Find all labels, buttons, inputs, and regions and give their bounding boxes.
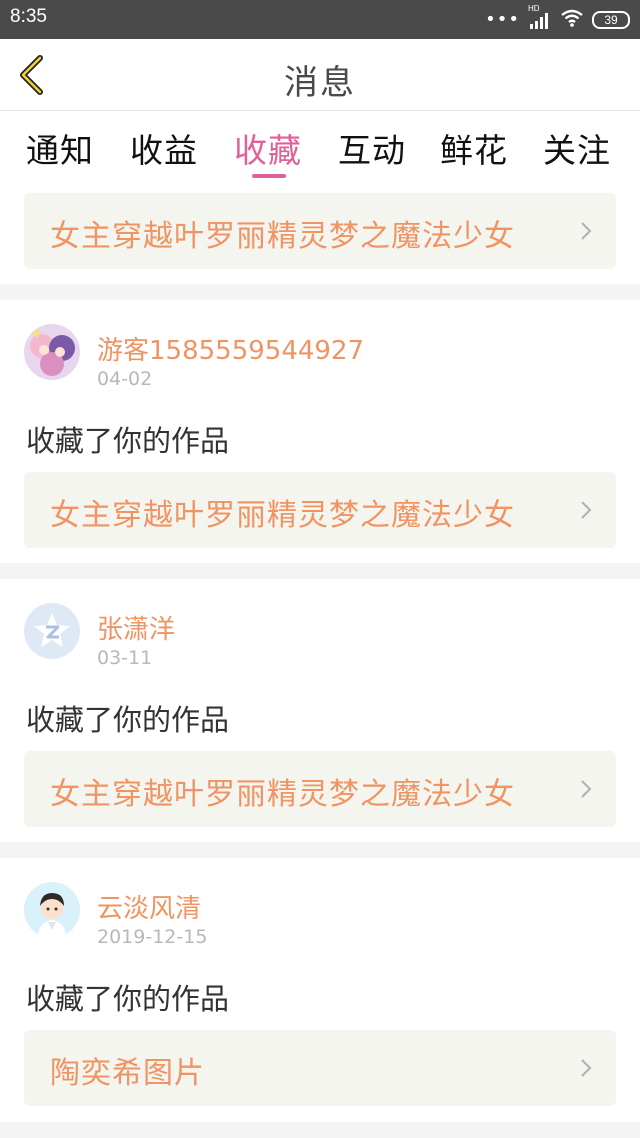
chevron-right-icon [581,780,592,798]
action-text: 收藏了你的作品 [26,982,230,1016]
username[interactable]: 云淡风清 [97,888,201,925]
battery-indicator: 39 [592,11,630,29]
section-divider [0,1122,640,1138]
section-divider [0,842,640,858]
tab-earnings[interactable]: 收益 [130,124,198,172]
status-bar: 8:35 ••• HD 39 [0,0,640,39]
chevron-right-icon [581,222,592,240]
work-title: 女主穿越叶罗丽精灵梦之魔法少女 [50,777,515,812]
page-title: 消息 [284,63,356,103]
timestamp: 2019-12-15 [97,926,208,948]
action-text: 收藏了你的作品 [26,424,230,458]
avatar[interactable] [24,603,80,659]
status-icons: ••• HD 39 [485,4,630,32]
timestamp: 04-02 [97,368,153,390]
work-title: 陶奕希图片 [50,1056,205,1091]
username[interactable]: 游客1585559544927 [97,330,364,367]
more-dots-icon: ••• [485,9,520,30]
work-title: 女主穿越叶罗丽精灵梦之魔法少女 [50,219,515,254]
username[interactable]: 张潇洋 [97,609,175,646]
avatar[interactable] [24,324,80,380]
tab-favorites[interactable]: 收藏 [234,124,302,172]
signal-icon: HD [528,4,552,30]
chevron-right-icon [581,1059,592,1077]
status-time: 8:35 [10,6,47,27]
work-card[interactable]: 女主穿越叶罗丽精灵梦之魔法少女 [24,472,616,548]
boy-avatar-icon [24,882,80,938]
tab-following[interactable]: 关注 [543,124,611,172]
action-text: 收藏了你的作品 [26,703,230,737]
anime-avatar-icon [24,324,80,380]
default-star-avatar-icon [24,603,80,659]
work-card[interactable]: 女主穿越叶罗丽精灵梦之魔法少女 [24,751,616,827]
work-card[interactable]: 陶奕希图片 [24,1030,616,1106]
timestamp: 03-11 [97,647,153,669]
active-tab-indicator [252,174,286,178]
nav-bar: 消息 [0,39,640,111]
work-title: 女主穿越叶罗丽精灵梦之魔法少女 [50,498,515,533]
tab-interactions[interactable]: 互动 [338,124,406,172]
wifi-icon [560,8,584,32]
tab-bar: 通知 收益 收藏 互动 鲜花 关注 [0,112,640,184]
section-divider [0,284,640,300]
chevron-right-icon [581,501,592,519]
work-card[interactable]: 女主穿越叶罗丽精灵梦之魔法少女 [24,193,616,269]
section-divider [0,563,640,579]
avatar[interactable] [24,882,80,938]
tab-notifications[interactable]: 通知 [26,124,94,172]
tab-flowers[interactable]: 鲜花 [440,124,508,172]
